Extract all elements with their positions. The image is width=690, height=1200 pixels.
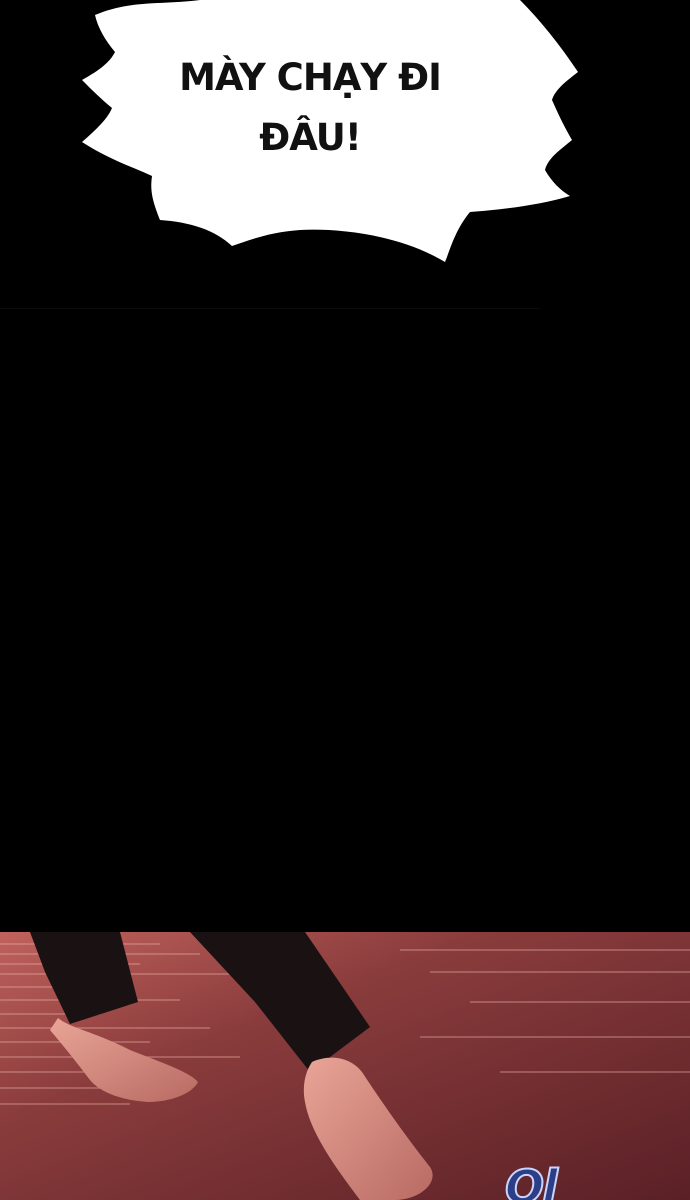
running-feet-scene xyxy=(0,932,690,1200)
comic-panel-page: MÀY CHẠY ĐI ĐÂU! Ol xyxy=(0,0,690,1200)
speech-bubble-text: MÀY CHẠY ĐI ĐÂU! xyxy=(130,48,490,168)
sound-effect-text: Ol xyxy=(504,1159,559,1200)
speech-line-2: ĐÂU! xyxy=(259,116,361,159)
panel-divider xyxy=(0,308,540,309)
speech-line-1: MÀY CHẠY ĐI xyxy=(179,56,442,99)
